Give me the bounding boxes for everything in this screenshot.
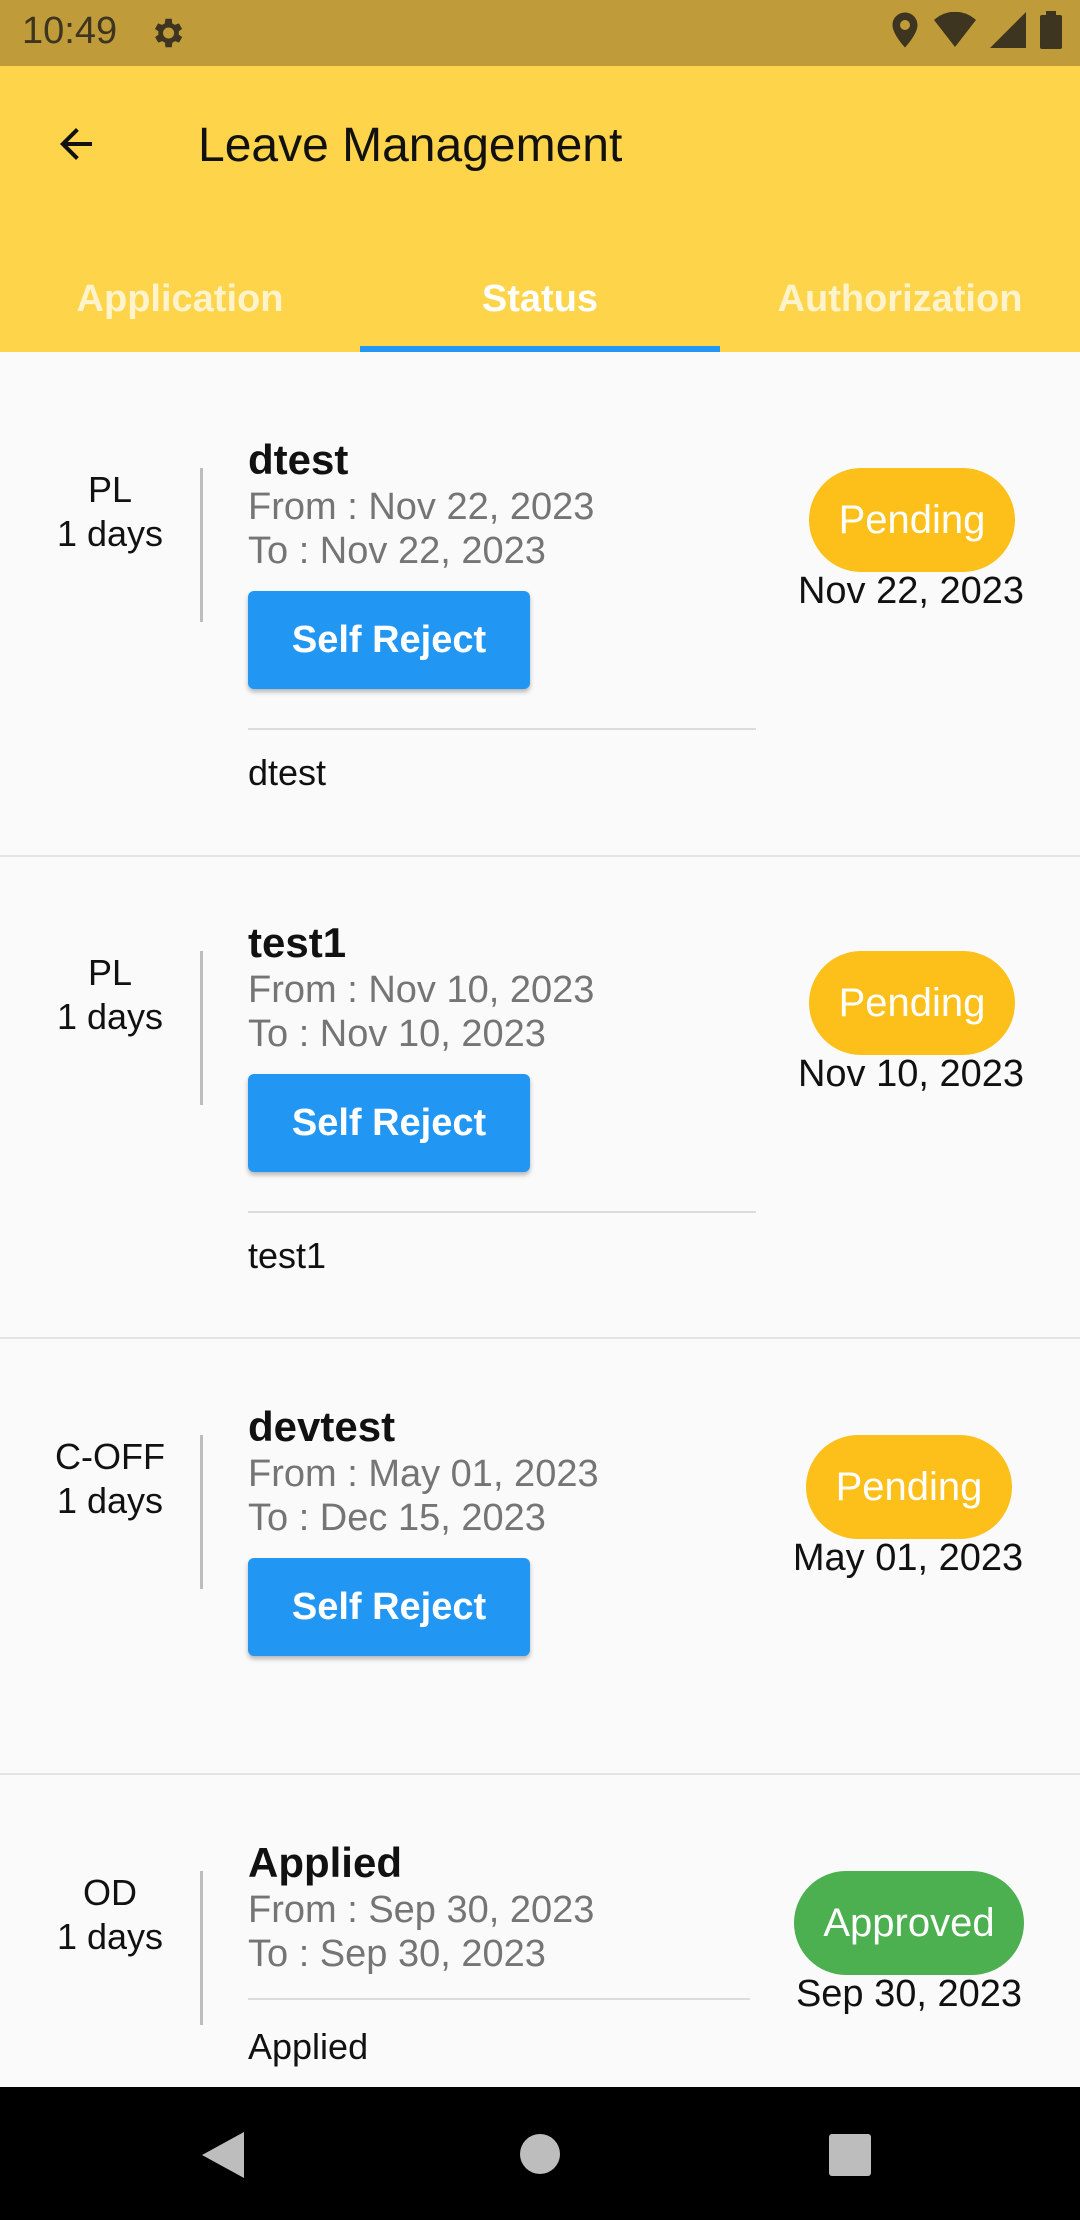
arrow-back-icon <box>52 120 100 173</box>
leave-remark: test1 <box>248 1235 327 1276</box>
from-date: From : Nov 10, 2023 <box>248 969 595 1011</box>
back-button[interactable] <box>44 114 108 178</box>
leave-days: 1 days <box>56 1916 164 1957</box>
leave-type: C-OFF <box>55 1436 165 1477</box>
settings-gear-icon <box>148 14 186 52</box>
from-date: From : May 01, 2023 <box>248 1453 599 1495</box>
leave-type: OD <box>83 1872 137 1913</box>
tab-status[interactable]: Status <box>360 246 720 352</box>
status-icons <box>890 10 1062 54</box>
applied-date: Nov 10, 2023 <box>797 1053 1025 1095</box>
tab-authorization[interactable]: Authorization <box>720 246 1080 352</box>
self-reject-button[interactable]: Self Reject <box>248 591 530 689</box>
page-title: Leave Management <box>198 119 623 172</box>
battery-icon <box>1040 10 1062 54</box>
status-bar: 10:49 <box>0 0 1080 66</box>
app-bar: Leave Management Application Status Auth… <box>0 66 1080 352</box>
status-time: 10:49 <box>22 10 118 52</box>
divider <box>200 468 203 622</box>
leave-remark: dtest <box>248 752 327 793</box>
leave-type-label: C-OFF 1 days <box>20 1435 200 1523</box>
to-date: To : Nov 10, 2023 <box>248 1013 546 1055</box>
to-date: To : Dec 15, 2023 <box>248 1497 546 1539</box>
leave-days: 1 days <box>56 996 164 1037</box>
applied-date: May 01, 2023 <box>792 1537 1024 1579</box>
leave-type-label: PL 1 days <box>20 951 200 1039</box>
leave-card: PL 1 days dtest From : Nov 22, 2023 To :… <box>0 352 1080 857</box>
home-circle-icon[interactable] <box>519 2133 561 2180</box>
recents-square-icon[interactable] <box>829 2134 871 2181</box>
location-pin-icon <box>890 11 920 54</box>
leave-card: PL 1 days test1 From : Nov 10, 2023 To :… <box>0 857 1080 1339</box>
self-reject-button[interactable]: Self Reject <box>248 1074 530 1172</box>
applied-date: Sep 30, 2023 <box>795 1973 1023 2015</box>
status-badge: Pending <box>806 1435 1012 1539</box>
navigation-bar <box>0 2087 1080 2220</box>
leave-remark: Applied <box>248 2026 369 2067</box>
leave-days: 1 days <box>56 1480 164 1521</box>
leave-title: devtest <box>248 1403 396 1450</box>
divider <box>248 1998 750 2000</box>
tab-label: Authorization <box>777 277 1023 320</box>
signal-icon <box>990 11 1026 53</box>
to-date: To : Sep 30, 2023 <box>248 1933 546 1975</box>
leave-title: dtest <box>248 436 349 483</box>
divider <box>248 728 756 730</box>
self-reject-button[interactable]: Self Reject <box>248 1558 530 1656</box>
leave-type: PL <box>87 469 133 510</box>
divider <box>248 1211 756 1213</box>
leave-days: 1 days <box>56 513 164 554</box>
tab-label: Status <box>481 277 599 320</box>
divider <box>200 1871 203 2025</box>
leave-title: test1 <box>248 919 347 966</box>
leave-type-label: PL 1 days <box>20 468 200 556</box>
divider <box>200 951 203 1105</box>
back-triangle-icon[interactable] <box>202 2132 246 2183</box>
applied-date: Nov 22, 2023 <box>797 570 1025 612</box>
from-date: From : Sep 30, 2023 <box>248 1889 595 1931</box>
to-date: To : Nov 22, 2023 <box>248 530 546 572</box>
leave-card: OD 1 days Applied From : Sep 30, 2023 To… <box>0 1775 1080 2087</box>
leave-title: Applied <box>248 1839 402 1886</box>
wifi-icon <box>934 11 976 53</box>
tab-label: Application <box>76 277 284 320</box>
leave-card: C-OFF 1 days devtest From : May 01, 2023… <box>0 1339 1080 1775</box>
tab-application[interactable]: Application <box>0 246 360 352</box>
from-date: From : Nov 22, 2023 <box>248 486 595 528</box>
leave-type: PL <box>87 952 133 993</box>
leave-type-label: OD 1 days <box>20 1871 200 1959</box>
leave-status-list[interactable]: PL 1 days dtest From : Nov 22, 2023 To :… <box>0 352 1080 2087</box>
tab-bar: Application Status Authorization <box>0 246 1080 352</box>
status-badge: Pending <box>809 468 1015 572</box>
status-badge: Pending <box>809 951 1015 1055</box>
status-badge: Approved <box>794 1871 1024 1975</box>
divider <box>200 1435 203 1589</box>
